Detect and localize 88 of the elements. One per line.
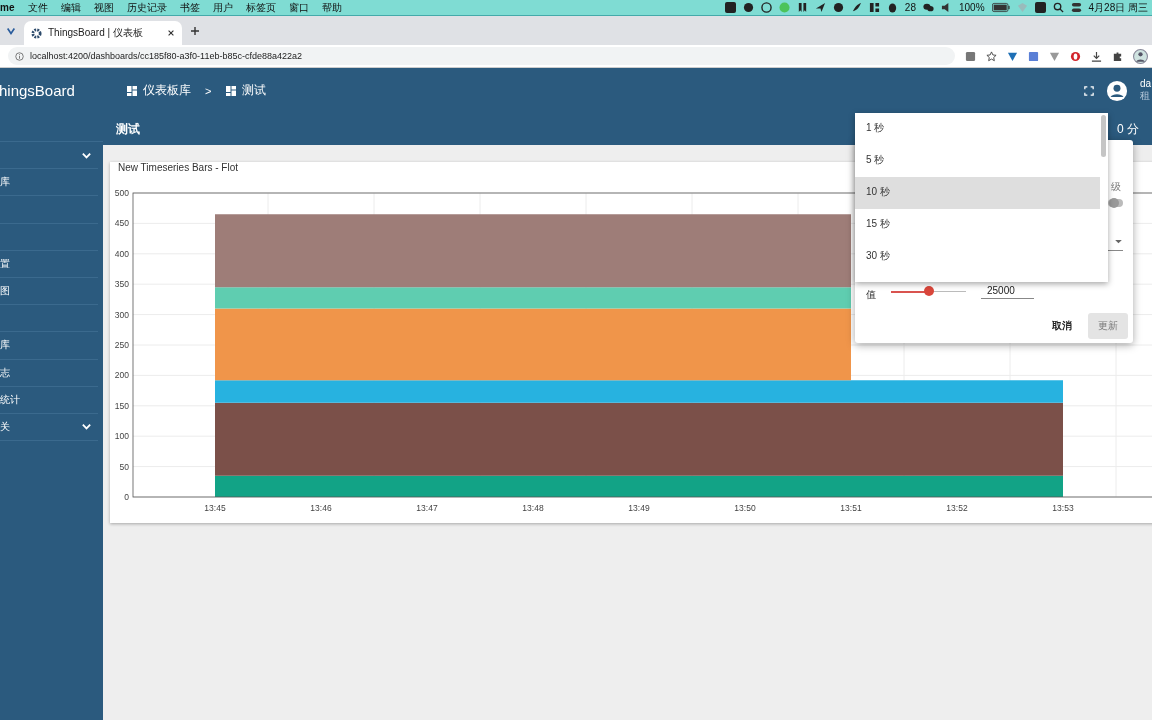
new-tab-icon[interactable] [190,25,200,36]
browser-tab[interactable]: ThingsBoard | 仪表板 [24,21,182,45]
fullscreen-icon[interactable] [1084,85,1094,96]
x-tick-label: 13:47 [416,503,438,513]
opera-icon[interactable] [1070,50,1081,62]
chevron-down-icon[interactable] [6,25,16,36]
sidebar-item[interactable]: 置 [0,256,10,271]
y-tick-label: 500 [114,188,129,198]
menu-item[interactable]: 书签 [180,0,201,15]
search-icon[interactable] [1052,2,1064,13]
user-role: 租 [1140,89,1151,103]
dropdown-option[interactable]: 5 秒 [855,145,1100,177]
puzzle-icon[interactable] [1112,50,1123,62]
x-tick-label: 13:48 [522,503,544,513]
dropdown-option[interactable]: 1 秒 [855,113,1100,145]
menu-item[interactable]: 文件 [28,0,49,15]
user-name: da [1140,78,1152,89]
y-tick-label: 300 [114,309,129,320]
timewindow-label[interactable]: 0 分 [1117,120,1139,138]
info-icon [15,51,24,61]
address-field[interactable]: localhost:4200/dashboards/cc185f80-a3f0-11eb-b85c-cfde88a422a2 [8,47,955,65]
y-tick-label: 250 [114,340,129,350]
app-icon[interactable] [1034,2,1046,13]
bookmark-icon[interactable] [796,2,808,13]
x-tick-label: 13:49 [628,503,650,513]
download-icon[interactable] [1091,50,1102,62]
avatar-icon[interactable] [1133,48,1148,64]
grid-icon[interactable] [868,2,880,13]
widget-title: New Timeseries Bars - Flot [118,162,239,175]
y-tick-label: 150 [114,400,129,411]
sidebar-item[interactable]: 图 [0,284,10,299]
star-icon[interactable] [986,50,997,62]
menu-item[interactable]: 历史记录 [127,0,168,15]
menu-clock: 4月28日 周三 [1088,0,1148,15]
dropdown-arrow-icon [1115,240,1122,244]
chat-icon[interactable] [922,2,934,13]
breadcrumb-separator: > [205,84,212,97]
x-tick-label: 13:53 [1052,503,1074,513]
y-tick-label: 450 [114,218,129,229]
gear-icon [31,27,42,39]
battery-percent: 100% [958,2,985,13]
app-icon[interactable] [724,2,736,13]
battery-icon[interactable] [991,2,1010,13]
sidebar-item[interactable]: 统计 [0,392,20,407]
menu-item[interactable]: 视图 [94,0,115,15]
field-label: 值 [866,288,876,302]
input-field[interactable]: 25000 [981,283,1034,299]
y-tick-label: 350 [114,279,129,290]
field-label: 级 [1111,180,1121,194]
slider[interactable] [891,286,966,296]
x-tick-label: 13:50 [734,503,756,513]
sidebar-item[interactable]: 库 [0,338,10,353]
menu-item[interactable]: 编辑 [61,0,82,15]
x-tick-label: 13:52 [946,503,968,513]
dashboard-icon [225,84,238,97]
x-tick-label: 13:46 [310,503,332,513]
dropdown-option[interactable]: 30 秒 [855,241,1100,273]
y-tick-label: 50 [119,461,129,472]
y-tick-label: 0 [124,492,129,502]
x-tick-label: 13:45 [204,503,226,513]
y-tick-label: 100 [114,431,129,442]
dashboard-icon [126,84,138,97]
app-menu[interactable]: me [0,2,15,13]
dropdown-option[interactable]: 10 秒 [855,177,1100,209]
breadcrumb[interactable]: 仪表板库 [126,82,191,99]
sidebar-item[interactable]: 关 [0,419,10,434]
control-center-icon[interactable] [1070,2,1082,13]
breadcrumb[interactable]: 测试 [225,82,267,99]
y-tick-label: 400 [114,248,129,259]
app-logo[interactable]: hingsBoard [0,81,75,99]
sidebar-item[interactable]: 库 [0,175,10,190]
y-tick-label: 200 [114,370,129,381]
chevron-down-icon[interactable] [81,421,92,433]
toggle-switch[interactable] [1108,199,1123,207]
dialog-button[interactable]: 取消 [1042,313,1082,339]
circle-icon[interactable] [760,2,772,13]
menu-item[interactable]: 窗口 [289,0,310,15]
menu-item[interactable]: 标签页 [246,0,277,15]
close-icon[interactable] [167,29,175,37]
badge-count: 28 [904,2,916,13]
account-icon[interactable] [1106,79,1128,102]
menu-item[interactable]: 用户 [213,0,234,15]
send-icon[interactable] [814,2,826,13]
menu-item[interactable]: 帮助 [322,0,343,15]
dropdown-option[interactable]: 15 秒 [855,209,1100,241]
sidebar-item[interactable]: 志 [0,365,10,380]
x-tick-label: 13:51 [840,503,862,513]
dashboard-title: 测试 [116,120,140,138]
